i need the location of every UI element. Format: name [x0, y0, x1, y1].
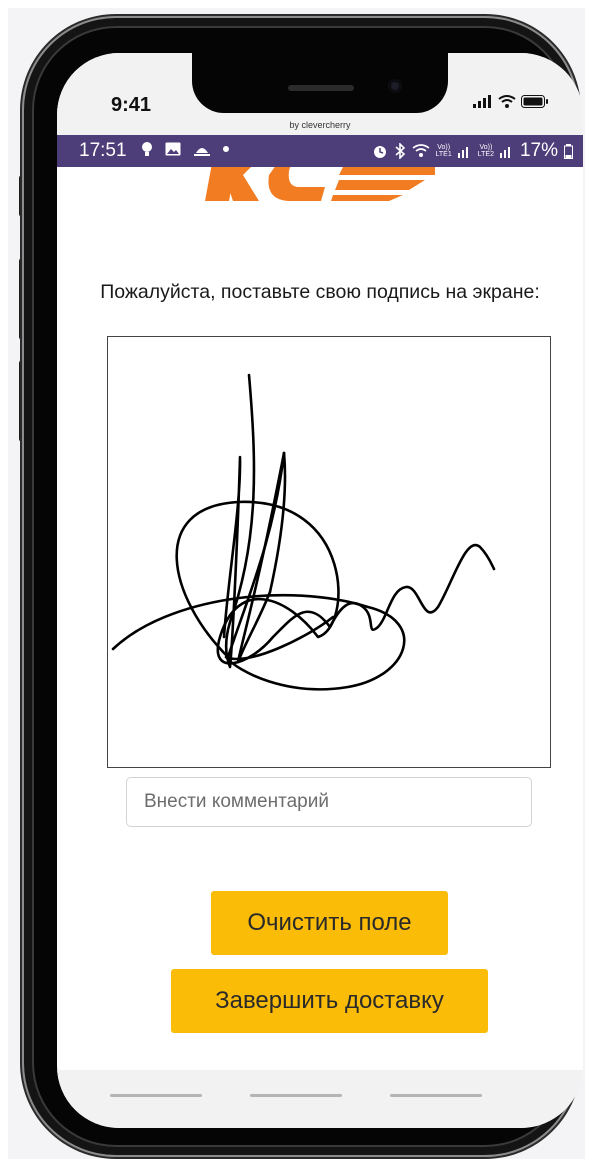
comment-input[interactable] [126, 777, 532, 827]
android-battery-icon [564, 143, 573, 159]
battery-percent: 17% [519, 140, 558, 161]
android-system-icons: Vo)) LTE1 Vo)) LTE2 17% [372, 140, 573, 162]
ios-status-icons [473, 95, 549, 108]
wifi-icon [498, 95, 516, 108]
android-notification-icons [141, 141, 229, 157]
bottom-nav-indicator [250, 1094, 342, 1097]
signature-pad[interactable] [107, 336, 551, 768]
weather-icon [194, 148, 210, 156]
lte2-label: Vo)) LTE2 [477, 144, 494, 158]
phone-screen: 9:41 by clevercherry 17:51 Vo)) LTE1 Vo)… [57, 53, 583, 1128]
sim1-signal-icon [457, 146, 468, 158]
byline: by clevercherry [289, 120, 351, 130]
mockup-canvas: 9:41 by clevercherry 17:51 Vo)) LTE1 Vo)… [0, 0, 593, 1167]
lightbulb-icon [142, 142, 152, 156]
gallery-icon [165, 142, 181, 156]
ios-time: 9:41 [111, 94, 152, 116]
more-notifications-dot-icon [223, 146, 229, 152]
bottom-nav-indicator [110, 1094, 202, 1097]
cellular-signal-icon [473, 95, 491, 108]
signature-stroke [111, 373, 496, 691]
lte1-label: Vo)) LTE1 [435, 144, 452, 158]
bottom-bar [57, 1070, 583, 1128]
alarm-icon [373, 146, 386, 158]
bluetooth-icon [395, 143, 405, 159]
wifi-calling-icon [412, 144, 430, 157]
android-status-bar: 17:51 Vo)) LTE1 Vo)) LTE2 17% [57, 135, 583, 167]
logo-graphic [205, 167, 435, 201]
signature-prompt: Пожалуйста, поставьте свою подпись на эк… [100, 281, 540, 303]
sim2-signal-icon [499, 146, 510, 158]
bottom-nav-indicator [390, 1094, 482, 1097]
battery-icon [521, 95, 548, 108]
finish-delivery-button[interactable]: Завершить доставку [171, 969, 488, 1033]
phone-frame: 9:41 by clevercherry 17:51 Vo)) LTE1 Vo)… [24, 18, 583, 1155]
android-time: 17:51 [79, 140, 127, 161]
company-logo [203, 167, 435, 211]
speaker-grille [288, 85, 354, 91]
clear-field-button[interactable]: Очистить поле [211, 891, 448, 955]
front-camera [388, 79, 402, 93]
phone-notch [192, 53, 448, 113]
